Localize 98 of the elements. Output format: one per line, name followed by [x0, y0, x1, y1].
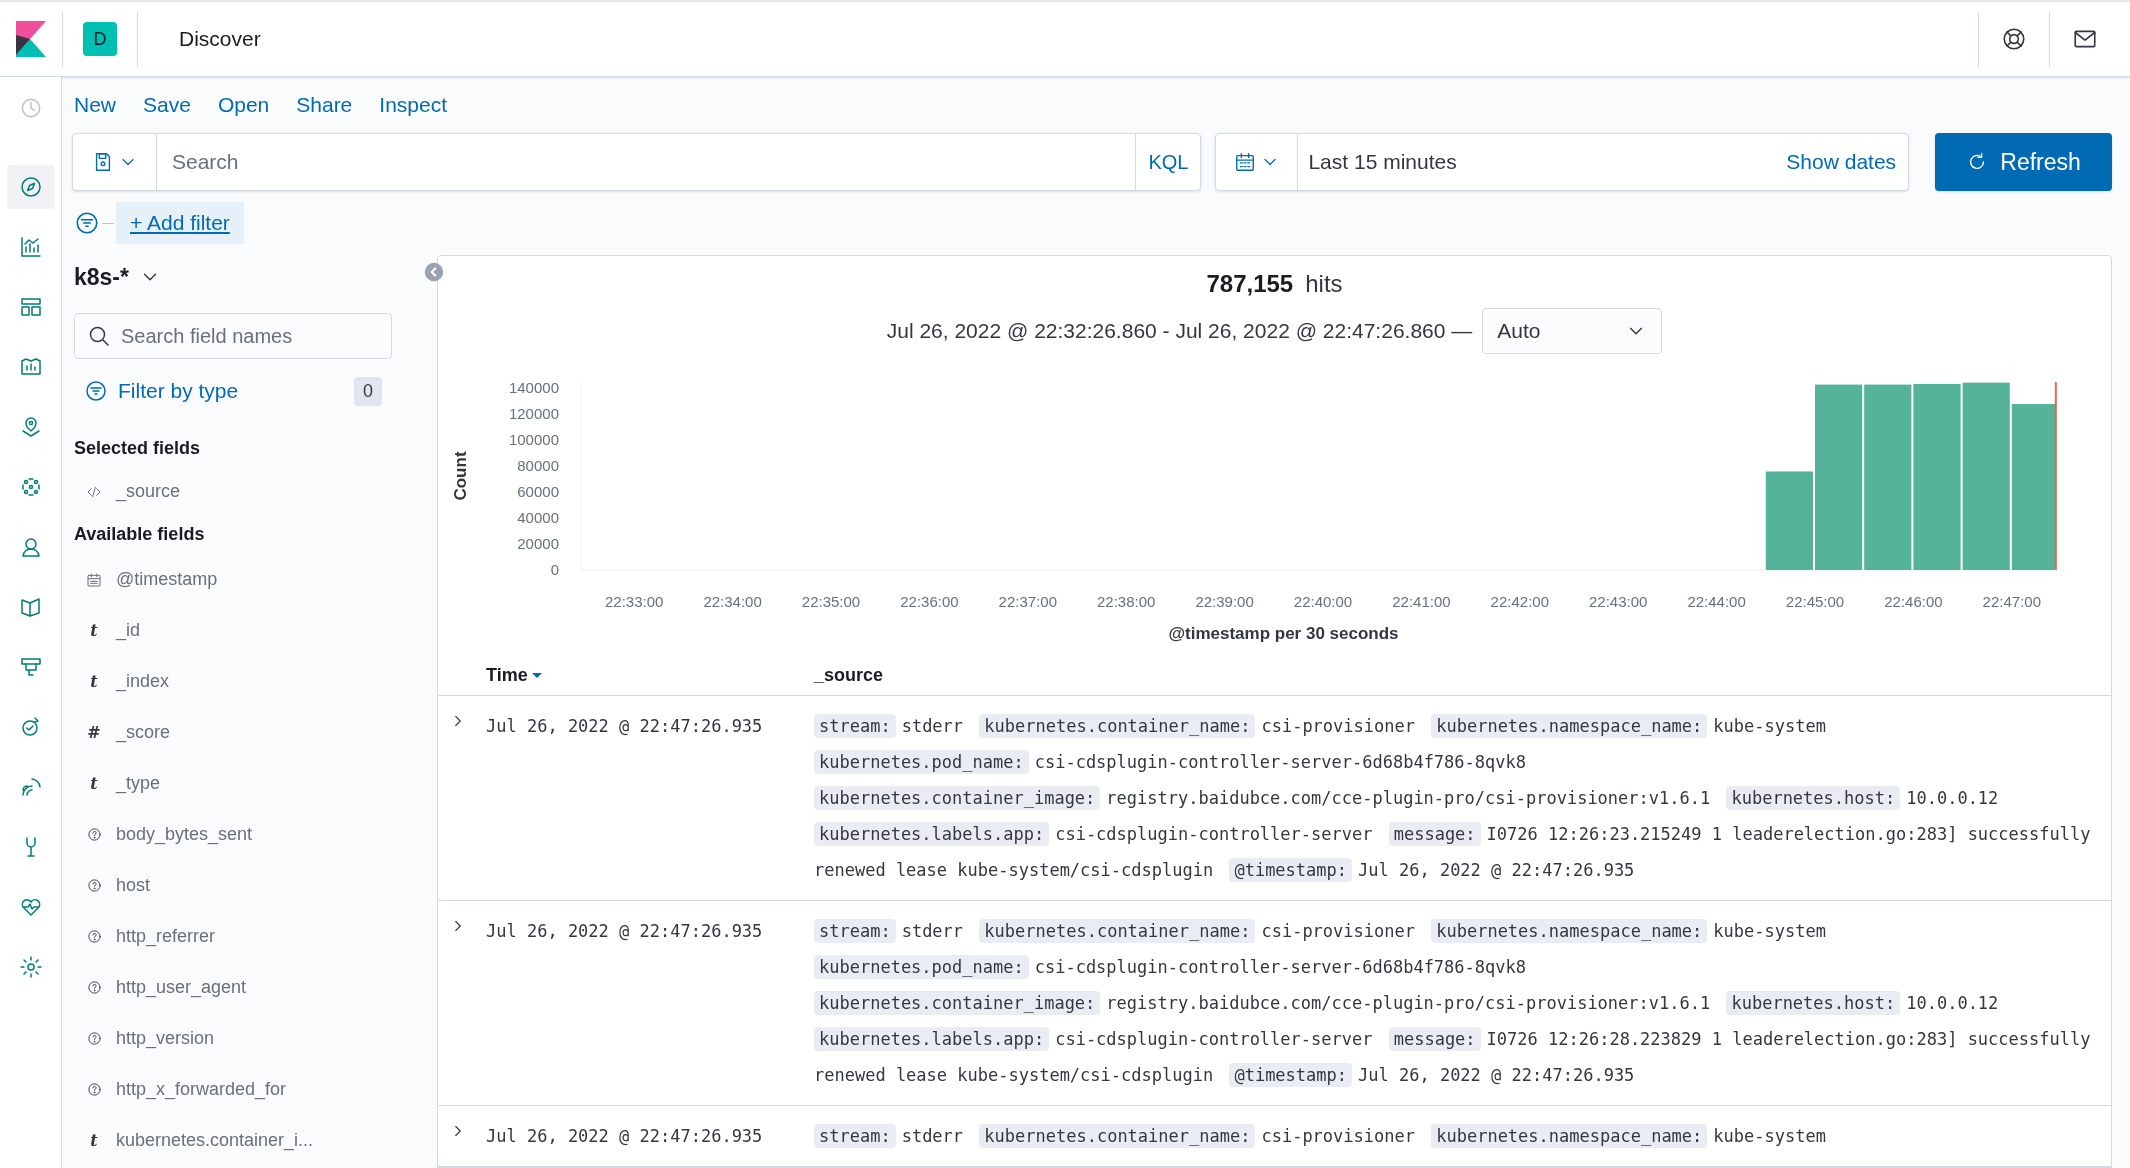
field-name[interactable]: _type — [116, 770, 161, 797]
x-tick-label: 22:38:00 — [1097, 593, 1156, 610]
type-glyph: # — [86, 721, 102, 744]
field-name[interactable]: _id — [116, 617, 141, 644]
show-dates-link[interactable]: Show dates — [1786, 134, 1909, 190]
filter-icon — [84, 379, 108, 403]
y-tick-label: 80000 — [517, 457, 559, 475]
x-tick-label: 22:43:00 — [1589, 593, 1648, 610]
help-icon[interactable] — [2001, 26, 2027, 52]
x-tick-label: 22:46:00 — [1884, 593, 1943, 610]
document-source: stream: stderr kubernetes.container_name: csi-provisioner kubernetes.namespace_name: kube-system kubernetes.pod_name: csi-cdsplugin-controller-server-6d68b4f786-8qvk8 kubernetes.container_image: registry.baidubce.com/cce-plugin-pro/csi-provisioner:v1.6.1 kubernetes.host: 10.0.0.12 kubernetes.labels.app: csi-cdsplugin-controller-server message: I0726 12:26:23.215249 1 leaderelection.go:283] successfully renewed lease kube-system/csi-cdsplugin @timestamp: Jul 26, 2022 @ 22:47:26.935 — [814, 713, 2092, 884]
x-tick-label: 22:41:00 — [1392, 593, 1451, 610]
compass-icon[interactable] — [18, 175, 43, 199]
field-name[interactable]: body_bytes_sent — [116, 821, 253, 848]
type-glyph: t — [89, 772, 99, 795]
menu-link[interactable]: Open — [217, 89, 270, 121]
time-range: Last 15 minutes — [1307, 149, 1458, 176]
stack-icon[interactable] — [18, 655, 43, 679]
field-name[interactable]: host — [116, 872, 151, 899]
column-header[interactable]: _source — [798, 662, 884, 689]
section-heading: Available fields — [74, 523, 206, 546]
question-icon — [86, 878, 102, 893]
language-button[interactable]: KQL — [1135, 134, 1201, 190]
field-name[interactable]: http_x_forwarded_for — [116, 1076, 287, 1103]
query-bar[interactable]: Search KQL — [72, 133, 1202, 191]
y-tick-label: 0 — [550, 561, 559, 578]
question-icon — [86, 1031, 102, 1046]
time-cell-text: Jul 26, 2022 @ 22:47:26.935 — [485, 1125, 764, 1148]
add-filter-link[interactable]: + Add filter — [116, 202, 244, 244]
index-pattern-selector[interactable]: k8s-* — [74, 257, 427, 297]
y-tick-label: 60000 — [517, 483, 559, 501]
field-name[interactable]: _score — [116, 719, 171, 746]
question-icon — [86, 827, 102, 842]
field-name[interactable]: _source — [116, 478, 181, 505]
refresh-button[interactable]: Refresh — [1935, 133, 2112, 191]
hits-label: hits — [1305, 269, 1343, 299]
x-tick-label: 22:44:00 — [1687, 593, 1746, 610]
x-tick-label: 22:39:00 — [1195, 593, 1254, 610]
document-source: stream: stderr kubernetes.container_name: csi-provisioner kubernetes.namespace_name: kube-system — [814, 1118, 2098, 1154]
x-tick-label: 22:36:00 — [900, 593, 959, 610]
time-cell-text: Jul 26, 2022 @ 22:47:26.935 — [485, 715, 764, 738]
search-input[interactable]: Search field names — [121, 321, 379, 351]
dashboard-icon[interactable] — [18, 295, 43, 319]
sort-icon — [531, 673, 542, 678]
x-tick-label: 22:47:00 — [1982, 593, 2041, 610]
book-icon[interactable] — [18, 595, 43, 619]
search-icon — [87, 324, 111, 348]
menu-link[interactable]: Save — [143, 89, 191, 121]
page-title: Discover — [179, 26, 261, 53]
hit-count: 787,155 — [1206, 269, 1294, 299]
x-axis-title: @timestamp per 30 seconds — [1168, 624, 1399, 643]
field-name[interactable]: http_version — [116, 1025, 215, 1052]
date-range: Jul 26, 2022 @ 22:32:26.860 - Jul 26, 2022 @ 22:47:26.860 — — [886, 318, 1473, 345]
nav-item[interactable] — [6, 165, 55, 209]
y-axis-title: Count — [451, 451, 470, 501]
menu-link[interactable]: New — [74, 89, 116, 121]
search-field[interactable]: Search — [157, 134, 1136, 190]
y-tick-label: 140000 — [508, 379, 559, 397]
section-heading: Selected fields — [74, 437, 202, 460]
type-glyph: t — [89, 670, 99, 693]
question-icon — [86, 929, 102, 944]
logo-icon[interactable] — [16, 21, 46, 57]
field-name[interactable]: @timestamp — [116, 566, 218, 593]
settings-icon[interactable] — [18, 955, 43, 979]
collapse-icon[interactable] — [423, 261, 445, 283]
document-source: stream: stderr kubernetes.container_name: csi-provisioner kubernetes.namespace_name: kube-system kubernetes.pod_name: csi-cdsplugin-controller-server-6d68b4f786-8qvk8 kubernetes.container_image: registry.baidubce.com/cce-plugin-pro/csi-provisioner:v1.6.1 kubernetes.host: 10.0.0.12 kubernetes.labels.app: csi-cdsplugin-controller-server message: I0726 12:26:28.223829 1 leaderelection.go:283] successfully renewed lease kube-system/csi-cdsplugin @timestamp: Jul 26, 2022 @ 22:47:26.935 — [814, 918, 2092, 1089]
count-badge: 0 — [354, 376, 382, 406]
field-name[interactable]: http_referrer — [116, 923, 216, 950]
x-tick-label: 22:40:00 — [1293, 593, 1353, 610]
type-glyph: t — [89, 619, 99, 642]
y-tick-label: 40000 — [517, 509, 559, 527]
time-cell-text: Jul 26, 2022 @ 22:47:26.935 — [485, 920, 764, 943]
menu-link[interactable]: Share — [296, 89, 353, 121]
field-name[interactable]: _index — [116, 668, 170, 695]
interval-select[interactable]: Auto — [1482, 308, 1663, 354]
calendar-icon — [86, 571, 102, 588]
question-icon — [86, 1082, 102, 1097]
x-tick-label: 22:33:00 — [605, 593, 664, 610]
avatar[interactable]: D — [83, 22, 117, 56]
y-tick-label: 120000 — [508, 405, 559, 423]
x-tick-label: 22:37:00 — [998, 593, 1057, 610]
calendar-icon — [1233, 151, 1256, 173]
field-search[interactable]: Search field names — [74, 313, 392, 359]
menu-link[interactable]: Inspect — [379, 89, 448, 121]
column-header[interactable]: Time — [438, 662, 798, 689]
type-glyph: t — [89, 1129, 99, 1152]
y-tick-label: 20000 — [517, 535, 559, 553]
x-tick-label: 22:35:00 — [801, 593, 861, 610]
x-tick-label: 22:45:00 — [1785, 593, 1845, 610]
y-tick-label: 100000 — [508, 431, 559, 449]
x-tick-label: 22:42:00 — [1490, 593, 1549, 610]
x-tick-label: 22:34:00 — [703, 593, 762, 610]
filter-icon[interactable] — [74, 210, 100, 236]
field-name[interactable]: http_user_agent — [116, 974, 247, 1001]
field-name[interactable]: kubernetes.container_i... — [116, 1127, 314, 1154]
question-icon — [86, 980, 102, 995]
filter-by-type-button[interactable]: Filter by type — [84, 375, 239, 407]
chart-icon[interactable] — [18, 235, 43, 259]
